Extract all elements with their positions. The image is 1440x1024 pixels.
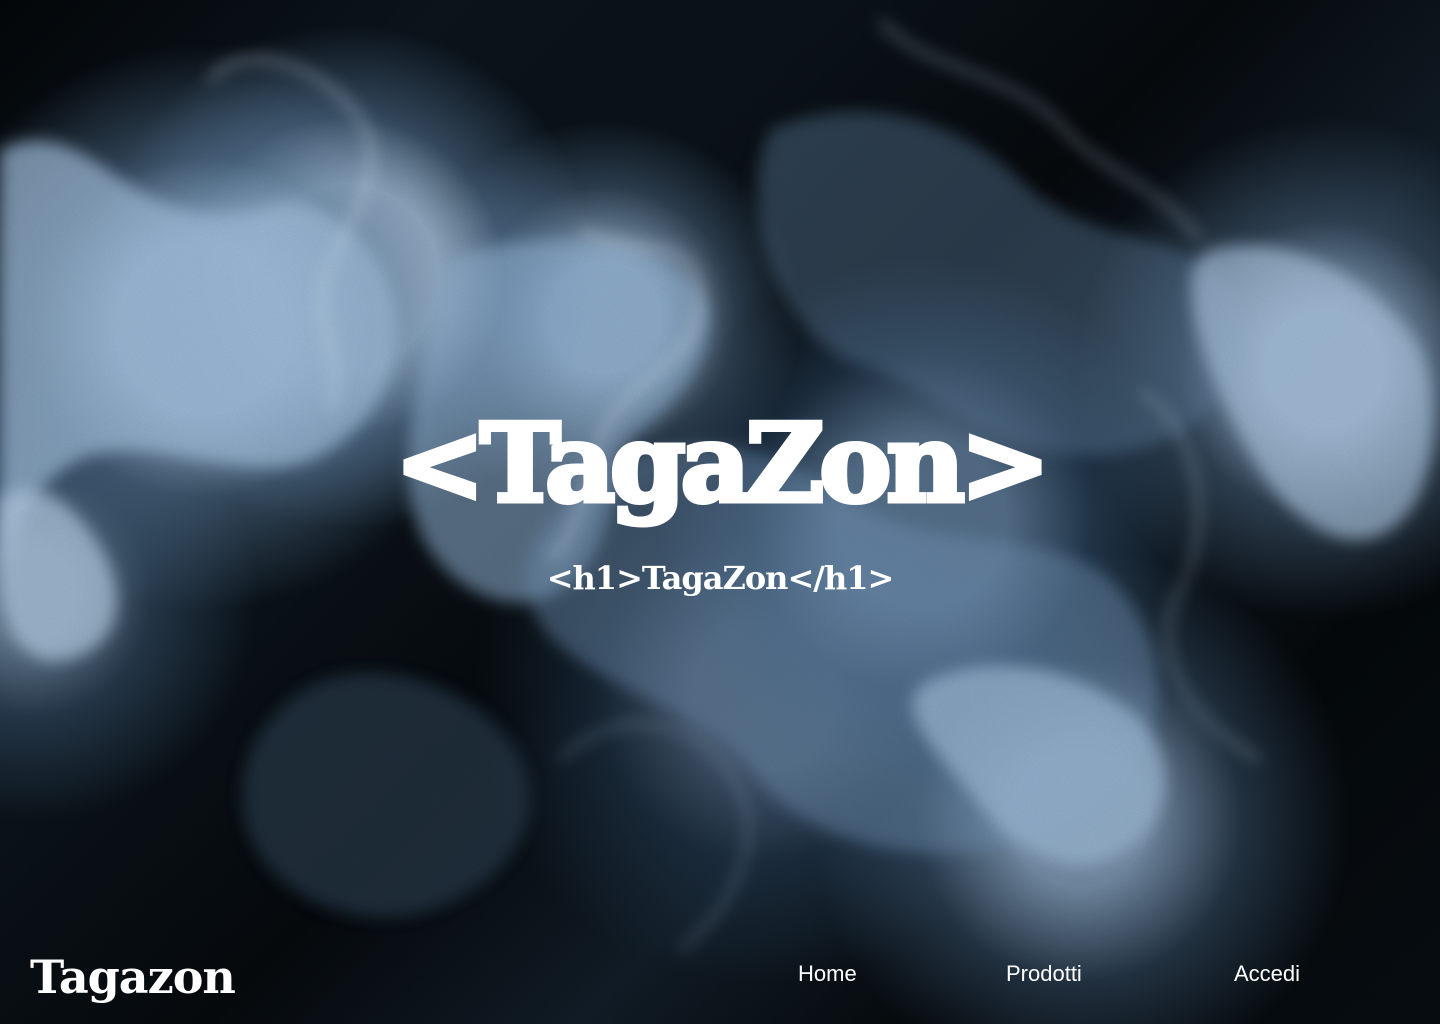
landing-page: <TagaZon> <h1>TagaZon</h1> Tagazon Home …	[0, 0, 1440, 1024]
hero-subtitle: <h1>TagaZon</h1>	[546, 559, 895, 597]
white-vein-1	[208, 56, 374, 411]
nav-products-link[interactable]: Prodotti	[1006, 963, 1082, 985]
marble-swirl-5	[912, 665, 1166, 866]
nav-login-link[interactable]: Accedi	[1234, 963, 1300, 985]
marble-swirl-8	[242, 673, 531, 917]
hero-logo: <TagaZon>	[392, 401, 1053, 527]
brand-logo[interactable]: Tagazon	[30, 954, 236, 1000]
white-vein-5	[558, 721, 751, 952]
white-vein-3	[878, 18, 1203, 242]
bottom-navbar: Tagazon Home Prodotti Accedi	[0, 940, 1440, 1024]
marble-swirl-1	[0, 140, 397, 611]
nav-home-link[interactable]: Home	[798, 963, 857, 985]
